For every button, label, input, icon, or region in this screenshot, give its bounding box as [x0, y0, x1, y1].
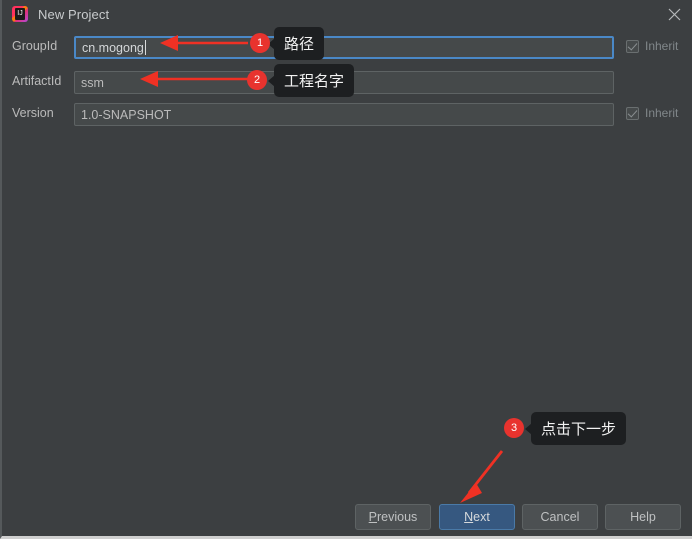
dialog-button-bar: Previous Next Cancel Help [2, 504, 692, 530]
help-button[interactable]: Help [605, 504, 681, 530]
groupid-label: GroupId [12, 39, 58, 53]
next-label: ext [473, 510, 490, 524]
title-bar: New Project [2, 0, 692, 28]
version-input[interactable] [74, 103, 614, 126]
text-caret [145, 40, 146, 55]
close-icon[interactable] [664, 4, 684, 24]
previous-label: revious [377, 510, 418, 524]
previous-button[interactable]: Previous [355, 504, 431, 530]
annotation-arrow-1 [160, 35, 248, 51]
version-inherit-label: Inherit [645, 106, 679, 120]
cancel-button[interactable]: Cancel [522, 504, 598, 530]
groupid-inherit-checkbox[interactable]: Inherit [626, 39, 678, 53]
annotation-arrow-3 [460, 450, 504, 503]
checkbox-checked-icon [626, 39, 639, 53]
next-mnemonic: N [464, 510, 474, 524]
annotation-callout-2: 工程名字 [267, 64, 355, 97]
annotation-callout-1: 路径 [267, 27, 325, 60]
previous-mnemonic: P [368, 510, 378, 524]
form-row-groupid: GroupId Inherit [2, 36, 692, 60]
artifactid-label: ArtifactId [12, 74, 62, 88]
window-title: New Project [38, 6, 110, 22]
help-label: Help [630, 510, 656, 524]
annotation-callout-3: 点击下一步 [524, 412, 627, 445]
checkbox-checked-icon [626, 106, 639, 120]
form-row-version: Version Inherit [2, 103, 692, 127]
version-inherit-checkbox[interactable]: Inherit [626, 106, 678, 120]
annotation-badge-3: 3 [504, 418, 524, 438]
version-label: Version [12, 106, 54, 120]
new-project-dialog: New Project GroupId Inherit ArtifactId V… [0, 0, 692, 539]
annotation-badge-1: 1 [250, 33, 270, 53]
annotation-arrow-2 [140, 71, 248, 87]
groupid-inherit-label: Inherit [645, 39, 679, 53]
cancel-label: Cancel [540, 510, 580, 524]
intellij-idea-logo-icon [12, 6, 28, 22]
annotation-badge-2: 2 [247, 70, 267, 90]
